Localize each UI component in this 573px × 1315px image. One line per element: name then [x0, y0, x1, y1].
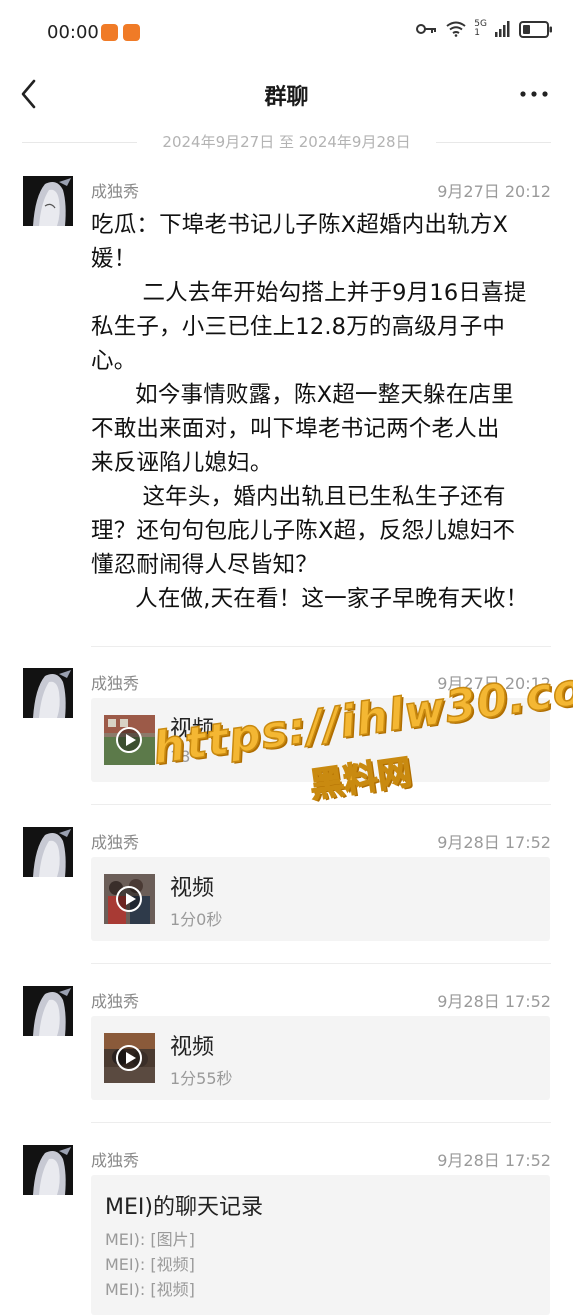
- status-bar: 00:00 5G 1: [0, 0, 573, 66]
- message-item: 成独秀 9月28日 17:52 视频 1分0秒: [0, 827, 573, 957]
- watermark-name: 黑料网: [307, 752, 415, 807]
- app-notification-icon: [101, 24, 118, 41]
- play-icon: [116, 886, 142, 912]
- video-thumbnail: [104, 715, 155, 765]
- video-duration: 1分55秒: [170, 1069, 233, 1088]
- key-icon: [416, 24, 437, 34]
- message-time: 9月28日 17:52: [437, 1151, 551, 1170]
- chat-record-card[interactable]: MEI)的聊天记录 MEI): [图片] MEI): [视频] MEI): [视…: [91, 1175, 550, 1315]
- video-thumbnail: [104, 874, 155, 924]
- avatar[interactable]: [23, 1145, 73, 1195]
- video-duration: 1分0秒: [170, 910, 223, 929]
- message-time: 9月27日 20:12: [437, 182, 551, 201]
- avatar-image: [23, 668, 73, 718]
- video-thumbnail: [104, 1033, 155, 1083]
- sender-name: 成独秀: [91, 1151, 140, 1170]
- status-icons: 5G 1: [416, 20, 553, 38]
- chat-record-title: MEI)的聊天记录: [105, 1195, 263, 1220]
- message-time: 9月28日 17:52: [437, 992, 551, 1011]
- sender-name: 成独秀: [91, 992, 140, 1011]
- message-item: 成独秀 9月28日 17:52 视频 1分55秒: [0, 986, 573, 1116]
- date-divider-right: [436, 142, 551, 143]
- message-text[interactable]: 吃瓜：下埠老书记儿子陈X超婚内出轨方X 媛！ 二人去年开始勾搭上并于9月16日喜…: [91, 208, 553, 616]
- signal-icon: [495, 21, 510, 37]
- sender-name: 成独秀: [91, 674, 140, 693]
- message-divider: [91, 963, 551, 964]
- sender-name: 成独秀: [91, 833, 140, 852]
- play-icon: [116, 727, 142, 753]
- message-divider: [91, 646, 551, 647]
- network-label: 5G 1: [474, 20, 487, 38]
- avatar-image: [23, 986, 73, 1036]
- avatar-image: [23, 176, 73, 226]
- status-time: 00:00: [47, 22, 99, 43]
- avatar[interactable]: [23, 668, 73, 718]
- app-notification-icon-2: [123, 24, 140, 41]
- play-icon: [116, 1045, 142, 1071]
- network-slot: 1: [474, 28, 481, 38]
- more-icon[interactable]: [519, 82, 549, 106]
- sender-name: 成独秀: [91, 182, 140, 201]
- message-divider: [91, 1122, 551, 1123]
- video-title: 视频: [170, 1035, 215, 1060]
- avatar[interactable]: [23, 827, 73, 877]
- avatar[interactable]: [23, 986, 73, 1036]
- video-card[interactable]: 视频 1分55秒: [91, 1016, 550, 1100]
- page-title: 群聊: [264, 85, 309, 110]
- nav-bar: 群聊: [0, 66, 573, 122]
- chat-record-line: MEI): [图片]: [105, 1230, 195, 1249]
- wifi-icon: [446, 21, 466, 37]
- video-card[interactable]: 视频 1分0秒: [91, 857, 550, 941]
- avatar-image: [23, 1145, 73, 1195]
- chat-record-line: MEI): [视频]: [105, 1255, 195, 1274]
- message-item: 成独秀 9月27日 20:12 吃瓜：下埠老书记儿子陈X超婚内出轨方X 媛！ 二…: [0, 176, 573, 646]
- message-time: 9月28日 17:52: [437, 833, 551, 852]
- avatar-image: [23, 827, 73, 877]
- message-item: 成独秀 9月28日 17:52 MEI)的聊天记录 MEI): [图片] MEI…: [0, 1145, 573, 1315]
- video-title: 视频: [170, 876, 215, 901]
- battery-icon: [519, 20, 552, 38]
- avatar[interactable]: [23, 176, 73, 226]
